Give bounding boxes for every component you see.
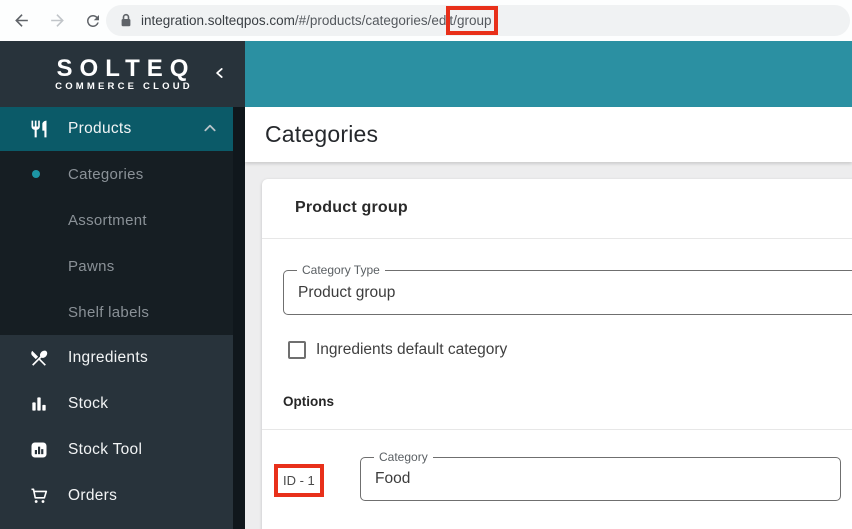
category-name-field-value: Food bbox=[375, 470, 410, 488]
restaurant-icon bbox=[28, 118, 50, 140]
category-type-field-value: Product group bbox=[298, 284, 395, 302]
sidebar-item-label: Shelf labels bbox=[68, 304, 149, 321]
sidebar-item-stock[interactable]: Stock bbox=[0, 381, 233, 427]
bar-chart-icon bbox=[28, 393, 50, 415]
products-submenu: Categories Assortment Pawns Shelf labels bbox=[0, 151, 245, 335]
chart-box-icon bbox=[28, 439, 50, 461]
sidebar-item-orders[interactable]: Orders bbox=[0, 473, 233, 519]
options-heading: Options bbox=[283, 394, 334, 409]
logo-title: SOLTEQ bbox=[50, 56, 196, 81]
sidebar-item-assortment[interactable]: Assortment bbox=[0, 197, 245, 243]
sidebar-item-label: Assortment bbox=[68, 212, 147, 229]
divider bbox=[262, 429, 852, 430]
crossed-utensils-icon bbox=[28, 347, 50, 369]
category-name-field[interactable]: Category Food bbox=[360, 457, 841, 501]
row-id-label: ID - 1 bbox=[283, 473, 315, 488]
browser-toolbar: integration.solteqpos.com/#/products/cat… bbox=[0, 0, 852, 41]
chevron-left-icon bbox=[213, 63, 227, 83]
page-title: Categories bbox=[265, 121, 378, 148]
url-path: /#/products/categories/edit bbox=[295, 13, 453, 28]
category-edit-card: Product group Category Type Product grou… bbox=[262, 179, 852, 529]
logo-text: SOLTEQ COMMERCE CLOUD bbox=[50, 56, 196, 92]
sidebar-item-label: Stock Tool bbox=[68, 441, 142, 459]
sidebar-item-pawns[interactable]: Pawns bbox=[0, 243, 245, 289]
back-arrow-icon bbox=[12, 11, 31, 30]
sidebar-collapse-button[interactable] bbox=[213, 63, 227, 88]
app-header-bar bbox=[245, 41, 852, 107]
sidebar-item-categories[interactable]: Categories bbox=[0, 151, 245, 197]
sidebar-item-label: Ingredients bbox=[68, 349, 148, 367]
page-header: Categories bbox=[245, 107, 852, 162]
sidebar-item-label: Stock bbox=[68, 395, 108, 413]
ingredients-default-row: Ingredients default category bbox=[288, 341, 507, 359]
forward-button[interactable] bbox=[42, 6, 72, 36]
ingredients-default-checkbox[interactable] bbox=[288, 341, 306, 359]
sidebar-item-label: Orders bbox=[68, 487, 117, 505]
category-type-field[interactable]: Category Type Product group bbox=[283, 270, 852, 315]
sidebar: SOLTEQ COMMERCE CLOUD Products Categorie… bbox=[0, 41, 245, 529]
cart-icon bbox=[28, 485, 50, 507]
screen: integration.solteqpos.com/#/products/cat… bbox=[0, 0, 852, 529]
url-domain: integration.solteqpos.com bbox=[141, 13, 295, 28]
sidebar-item-shelf-labels[interactable]: Shelf labels bbox=[0, 289, 245, 335]
sidebar-item-stock-tool[interactable]: Stock Tool bbox=[0, 427, 233, 473]
lock-icon bbox=[120, 13, 132, 28]
sidebar-item-label: Pawns bbox=[68, 258, 115, 275]
ingredients-default-checkbox-label: Ingredients default category bbox=[316, 341, 507, 359]
sidebar-item-products[interactable]: Products bbox=[0, 107, 233, 151]
reload-button[interactable] bbox=[78, 6, 108, 36]
logo-subtitle: COMMERCE CLOUD bbox=[50, 81, 196, 92]
back-button[interactable] bbox=[6, 6, 36, 36]
chevron-up-icon bbox=[203, 120, 217, 138]
sidebar-item-label: Products bbox=[68, 120, 132, 138]
sidebar-item-label: Categories bbox=[68, 166, 144, 183]
sidebar-item-ingredients[interactable]: Ingredients bbox=[0, 335, 233, 381]
url-text: integration.solteqpos.com/#/products/cat… bbox=[141, 13, 491, 28]
sidebar-scrollbar-track[interactable] bbox=[233, 107, 245, 529]
category-name-field-label: Category bbox=[374, 450, 433, 465]
sidebar-logo: SOLTEQ COMMERCE CLOUD bbox=[0, 41, 245, 107]
active-bullet-icon bbox=[32, 170, 40, 178]
url-highlighted-segment: /group bbox=[453, 13, 491, 28]
card-title: Product group bbox=[295, 199, 408, 217]
category-type-field-label: Category Type bbox=[297, 263, 385, 278]
forward-arrow-icon bbox=[48, 11, 67, 30]
divider bbox=[262, 238, 852, 239]
reload-icon bbox=[84, 12, 102, 30]
address-bar[interactable]: integration.solteqpos.com/#/products/cat… bbox=[106, 5, 850, 36]
